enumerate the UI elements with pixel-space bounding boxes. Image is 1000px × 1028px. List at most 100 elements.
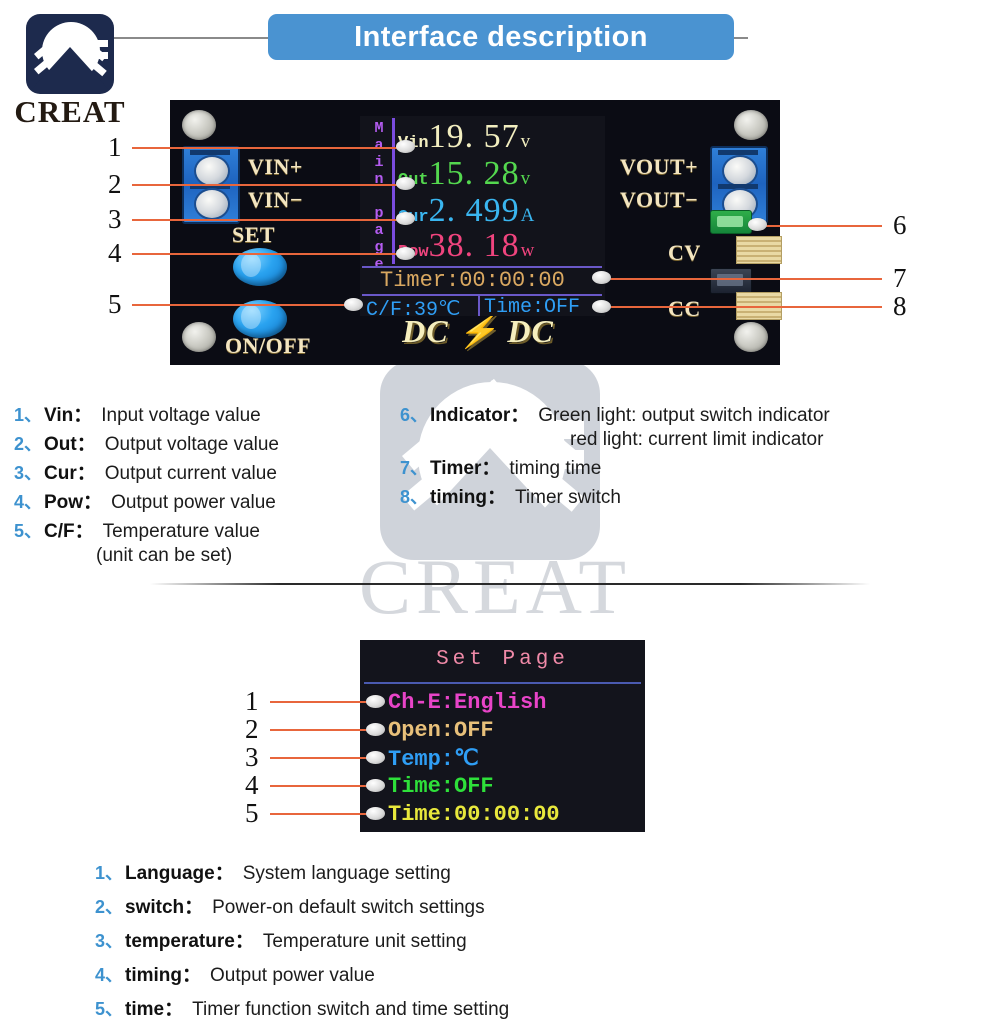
legend-key: switch： [125, 897, 204, 918]
label-vin-plus: VIN+ [248, 154, 303, 179]
callout-dot-pow [396, 247, 415, 260]
legend-row: 3、 Cur： Output current value [14, 458, 404, 485]
set-item-language[interactable]: Ch-E:English [388, 690, 546, 715]
label-cc: CC [668, 296, 701, 321]
setpage-callout-number-4: 4 [245, 770, 259, 800]
legend-number: 7、 [400, 458, 429, 478]
setpage-callout-dot-4 [366, 779, 385, 792]
readout-cur: Cur 2. 499 A [398, 194, 534, 228]
label-vin-minus: VIN− [248, 187, 303, 212]
callout-number-4: 4 [108, 238, 122, 268]
callout-number-7: 7 [893, 263, 907, 293]
callout-line-7 [604, 278, 882, 280]
legend-row-continuation: (unit can be set) [14, 545, 404, 567]
legend-number: 6、 [400, 405, 429, 425]
callout-line-4 [132, 253, 405, 255]
page-title: Interface description [354, 20, 648, 53]
callout-line-2 [132, 184, 405, 186]
legend-key: Language： [125, 863, 234, 884]
callout-number-2: 2 [108, 169, 122, 199]
set-item-switch[interactable]: Open:OFF [388, 718, 494, 743]
label-on-off: ON/OFF [225, 333, 312, 358]
set-item-temperature[interactable]: Temp:℃ [388, 746, 479, 772]
set-item-timing[interactable]: Time:OFF [388, 774, 494, 799]
legend-key: Pow： [44, 492, 103, 513]
setpage-callout-line-3 [270, 757, 375, 759]
creat-mountain-logo-icon [26, 14, 114, 94]
callout-dot-temp [344, 298, 363, 311]
legend-row: 5、 time： Timer function switch and time … [95, 994, 975, 1021]
chip-icon [710, 268, 752, 294]
setpage-callout-line-2 [270, 729, 375, 731]
set-page-divider [364, 682, 641, 684]
callout-number-1: 1 [108, 132, 122, 162]
callout-dot-vin [396, 140, 415, 153]
legend-row: 4、 timing： Output power value [95, 960, 975, 987]
legend-value: Green light: output switch indicator [538, 405, 830, 426]
legend-main-left: 1、 Vin： Input voltage value 2、 Out： Outp… [14, 400, 404, 569]
readout-value: 19. 57 [428, 118, 520, 155]
legend-number: 3、 [95, 931, 124, 951]
callout-line-5 [132, 304, 354, 306]
legend-number: 2、 [95, 897, 124, 917]
legend-value: Output power value [111, 492, 276, 513]
setpage-callout-dot-5 [366, 807, 385, 820]
setpage-callout-line-1 [270, 701, 375, 703]
setpage-callout-number-1: 1 [245, 686, 259, 716]
readout-pow: Pow 38. 18 w [398, 229, 534, 263]
legend-value: Output voltage value [104, 434, 280, 455]
setpage-callout-number-2: 2 [245, 714, 259, 744]
lcd-time-switch-value: Time:OFF [484, 296, 581, 319]
legend-key: Vin： [44, 405, 93, 426]
legend-main-right: 6、 Indicator： Green light: output switch… [400, 400, 1000, 511]
legend-value: Temperature unit setting [262, 931, 467, 952]
legend-value: Temperature value [102, 521, 260, 542]
label-cv: CV [668, 240, 701, 265]
legend-number: 1、 [95, 863, 124, 883]
screw-icon [734, 110, 768, 140]
callout-dot-out [396, 177, 415, 190]
label-vout-minus: VOUT− [620, 187, 699, 212]
screw-icon [182, 110, 216, 140]
readout-unit: v [520, 131, 531, 152]
legend-row: 7、 Timer： timing time [400, 453, 1000, 480]
setpage-callout-number-3: 3 [245, 742, 259, 772]
legend-row: 5、 C/F： Temperature value [14, 516, 404, 543]
lcd-timer-value: Timer:00:00:00 [380, 268, 565, 293]
legend-key: temperature： [125, 931, 254, 952]
legend-number: 5、 [95, 999, 124, 1019]
legend-row: 2、 switch： Power-on default switch setti… [95, 892, 975, 919]
callout-dot-cur [396, 212, 415, 225]
legend-key: time： [125, 999, 184, 1020]
legend-row: 6、 Indicator： Green light: output switch… [400, 400, 1000, 427]
lcd-side-label: Main page [374, 120, 384, 273]
legend-row: 4、 Pow： Output power value [14, 487, 404, 514]
callout-line-6 [760, 225, 882, 227]
legend-key: Timer： [430, 458, 501, 479]
screw-icon [182, 322, 216, 352]
legend-row: 1、 Language： System language setting [95, 858, 975, 885]
legend-continuation: (unit can be set) [96, 545, 233, 566]
lcd-set-page: Set Page Ch-E:English Open:OFF Temp:℃ Ti… [360, 640, 645, 832]
callout-line-1 [132, 147, 405, 149]
set-item-time[interactable]: Time:00:00:00 [388, 802, 560, 827]
setpage-callout-dot-2 [366, 723, 385, 736]
brand-name: CREAT [14, 94, 126, 129]
callout-dot-time [592, 300, 611, 313]
legend-key: Out： [44, 434, 96, 455]
setpage-callout-number-5: 5 [245, 798, 259, 828]
readout-value: 38. 18 [428, 227, 520, 264]
cv-pin-header [736, 236, 782, 264]
legend-key: Indicator： [430, 405, 530, 426]
callout-number-5: 5 [108, 289, 122, 319]
legend-number: 4、 [95, 965, 124, 985]
readout-value: 15. 28 [428, 155, 520, 192]
setpage-callout-dot-1 [366, 695, 385, 708]
legend-number: 2、 [14, 434, 43, 454]
readout-unit: w [520, 240, 535, 261]
legend-number: 4、 [14, 492, 43, 512]
brand-logo: CREAT [8, 14, 128, 134]
legend-number: 3、 [14, 463, 43, 483]
legend-key: timing： [125, 965, 201, 986]
legend-row: 1、 Vin： Input voltage value [14, 400, 404, 427]
